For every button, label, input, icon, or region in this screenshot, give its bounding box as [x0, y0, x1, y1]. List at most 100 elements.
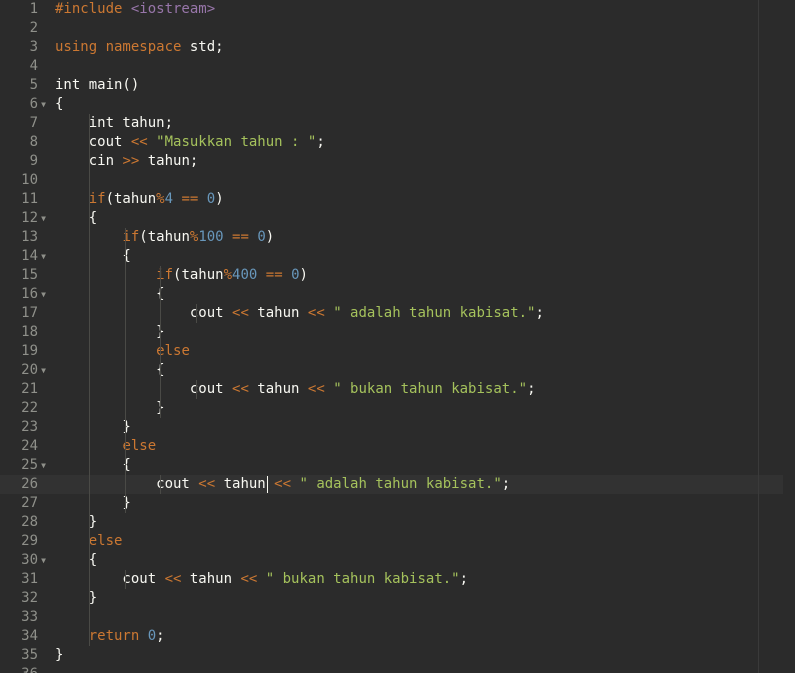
line-number-label: 12	[21, 210, 38, 226]
line-number[interactable]: 1	[0, 0, 48, 19]
line-number[interactable]: 19	[0, 342, 48, 361]
indent-guide	[124, 304, 126, 323]
code-line[interactable]	[48, 665, 795, 673]
code-token-operator: %	[223, 267, 233, 283]
line-number[interactable]: 10	[0, 171, 48, 190]
line-number-label: 23	[21, 419, 38, 435]
code-editor[interactable]: 1 2 3 4 5 6 ▼ 7 8 9 10 11 12 ▼ 13 14 ▼ 15 16 ▼ 17 18 19 20 ▼ 21 22…	[0, 0, 795, 673]
code-line[interactable]: cout << tahun << " bukan tahun kabisat."…	[48, 570, 795, 589]
code-line[interactable]: {	[48, 361, 795, 380]
line-number[interactable]: 17	[0, 304, 48, 323]
line-number[interactable]: 4	[0, 57, 48, 76]
code-line[interactable]: {	[48, 209, 795, 228]
line-number[interactable]: 13	[0, 228, 48, 247]
line-number[interactable]: 18	[0, 323, 48, 342]
fold-arrow-icon[interactable]: ▼	[41, 209, 46, 228]
code-line[interactable]: {	[48, 551, 795, 570]
code-line[interactable]: {	[48, 95, 795, 114]
line-number[interactable]: 5	[0, 76, 48, 95]
code-line[interactable]: }	[48, 646, 795, 665]
code-line[interactable]: }	[48, 513, 795, 532]
code-line[interactable]: }	[48, 494, 795, 513]
fold-arrow-icon[interactable]: ▼	[41, 456, 46, 475]
code-token-plain: ;	[535, 305, 544, 321]
code-line[interactable]: {	[48, 247, 795, 266]
code-line[interactable]: else	[48, 532, 795, 551]
code-line[interactable]	[48, 608, 795, 627]
code-line[interactable]: else	[48, 342, 795, 361]
code-line[interactable]: if(tahun%400 == 0)	[48, 266, 795, 285]
code-line[interactable]: using namespace std;	[48, 38, 795, 57]
line-number-label: 20	[21, 362, 38, 378]
code-line[interactable]: {	[48, 285, 795, 304]
code-area[interactable]: #include <iostream> using namespace std; i…	[48, 0, 795, 673]
code-line[interactable]: if(tahun%4 == 0)	[48, 190, 795, 209]
line-number[interactable]: 9	[0, 152, 48, 171]
line-number[interactable]: 30 ▼	[0, 551, 48, 570]
code-line[interactable]: #include <iostream>	[48, 0, 795, 19]
code-line[interactable]	[48, 57, 795, 76]
line-number[interactable]: 11	[0, 190, 48, 209]
code-token-keyword: return	[88, 628, 140, 644]
code-line[interactable]: return 0;	[48, 627, 795, 646]
line-number[interactable]: 36	[0, 665, 48, 673]
code-line[interactable]: if(tahun%100 == 0)	[48, 228, 795, 247]
line-number[interactable]: 29	[0, 532, 48, 551]
fold-arrow-icon[interactable]: ▼	[41, 247, 46, 266]
code-token-plain: {	[55, 552, 98, 568]
code-line[interactable]: }	[48, 399, 795, 418]
line-number[interactable]: 24	[0, 437, 48, 456]
line-number-gutter[interactable]: 1 2 3 4 5 6 ▼ 7 8 9 10 11 12 ▼ 13 14 ▼ 15 16 ▼ 17 18 19 20 ▼ 21 22…	[0, 0, 48, 673]
line-number-label: 24	[21, 438, 38, 454]
code-line[interactable]: cout << "Masukkan tahun : ";	[48, 133, 795, 152]
code-line[interactable]: cin >> tahun;	[48, 152, 795, 171]
line-number[interactable]: 28	[0, 513, 48, 532]
code-line[interactable]: cout << tahun << " adalah tahun kabisat.…	[48, 304, 795, 323]
line-number[interactable]: 21	[0, 380, 48, 399]
code-line[interactable]: {	[48, 456, 795, 475]
code-line[interactable]: else	[48, 437, 795, 456]
line-number[interactable]: 16 ▼	[0, 285, 48, 304]
line-number[interactable]: 35	[0, 646, 48, 665]
code-line[interactable]: }	[48, 418, 795, 437]
code-line[interactable]: cout << tahun << " adalah tahun kabisat.…	[48, 475, 795, 494]
line-number[interactable]: 34	[0, 627, 48, 646]
fold-arrow-icon[interactable]: ▼	[41, 361, 46, 380]
code-token-operator: <<	[274, 476, 292, 492]
code-line[interactable]: }	[48, 323, 795, 342]
indent-guide	[89, 627, 91, 646]
code-line[interactable]: cout << tahun << " bukan tahun kabisat."…	[48, 380, 795, 399]
line-number[interactable]: 22	[0, 399, 48, 418]
line-number[interactable]: 26	[0, 475, 48, 494]
line-number[interactable]: 6 ▼	[0, 95, 48, 114]
fold-arrow-icon[interactable]: ▼	[41, 95, 46, 114]
line-number[interactable]: 32	[0, 589, 48, 608]
line-number[interactable]: 27	[0, 494, 48, 513]
fold-arrow-icon[interactable]: ▼	[41, 285, 46, 304]
line-number[interactable]: 8	[0, 133, 48, 152]
line-number[interactable]: 12 ▼	[0, 209, 48, 228]
line-number[interactable]: 15	[0, 266, 48, 285]
indent-guide	[89, 608, 91, 627]
code-line[interactable]	[48, 171, 795, 190]
line-number[interactable]: 33	[0, 608, 48, 627]
code-line[interactable]	[48, 19, 795, 38]
line-number[interactable]: 2	[0, 19, 48, 38]
line-number[interactable]: 3	[0, 38, 48, 57]
line-number[interactable]: 31	[0, 570, 48, 589]
line-number[interactable]: 7	[0, 114, 48, 133]
line-number[interactable]: 14 ▼	[0, 247, 48, 266]
line-number[interactable]: 23	[0, 418, 48, 437]
indent-guide	[89, 551, 91, 570]
code-token-string: "Masukkan tahun : "	[156, 134, 317, 150]
code-line[interactable]: }	[48, 589, 795, 608]
code-token-plain: {	[55, 457, 131, 473]
line-number[interactable]: 25 ▼	[0, 456, 48, 475]
vertical-scrollbar[interactable]	[783, 0, 795, 673]
code-line[interactable]: int main()	[48, 76, 795, 95]
code-line[interactable]: int tahun;	[48, 114, 795, 133]
fold-arrow-icon[interactable]: ▼	[41, 551, 46, 570]
line-number[interactable]: 20 ▼	[0, 361, 48, 380]
